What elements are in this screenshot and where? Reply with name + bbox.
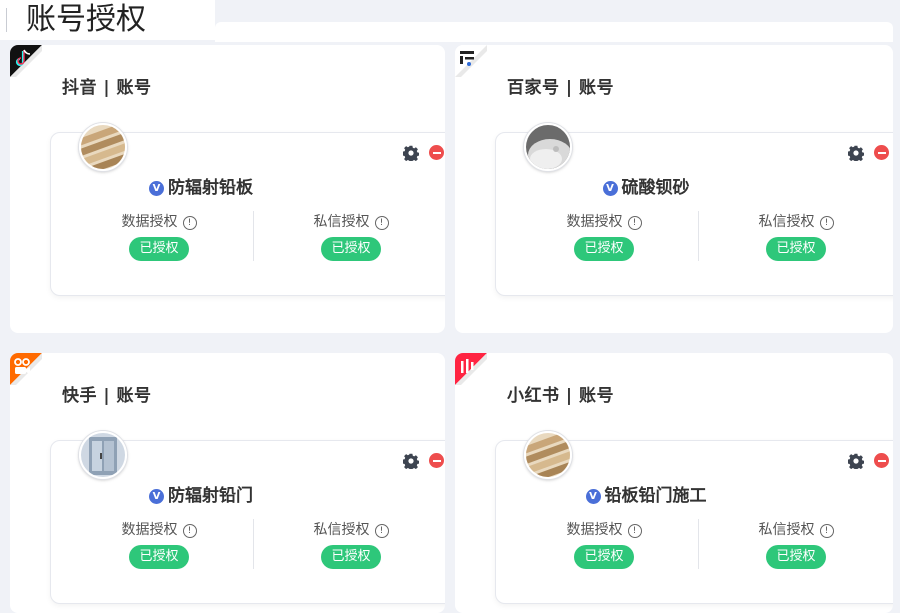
card-title: 抖音 | 账号 [62, 78, 152, 98]
verified-badge-icon: V [149, 181, 164, 196]
account-panel: V 防辐射铅板 数据授权! 已授权 私信授权! 已授权 [50, 123, 445, 296]
account-card-douyin: 抖音 | 账号 V 防辐射铅板 数据授权! 已授权 私信授权! 已授权 [10, 45, 445, 333]
verified-badge-icon: V [149, 489, 164, 504]
remove-account-icon[interactable] [874, 145, 889, 160]
account-name: 铅板铅门施工 [604, 486, 707, 506]
auth-divider [253, 519, 254, 569]
msg-auth-block: 私信授权! 已授权 [276, 211, 426, 261]
auth-divider [698, 519, 699, 569]
info-icon[interactable]: ! [819, 216, 834, 230]
account-panel: V 防辐射铅门 数据授权! 已授权 私信授权! 已授权 [50, 431, 445, 604]
page-title: 账号授权 [26, 2, 146, 37]
settings-gear-icon[interactable] [403, 453, 419, 469]
avatar [524, 123, 572, 171]
douyin-icon [10, 45, 42, 77]
msg-auth-status-button[interactable]: 已授权 [321, 237, 381, 261]
data-auth-label: 数据授权 [566, 522, 623, 538]
data-auth-block: 数据授权! 已授权 [84, 211, 234, 261]
msg-auth-label-row: 私信授权! [276, 211, 426, 231]
msg-auth-label-row: 私信授权! [721, 519, 871, 539]
msg-auth-block: 私信授权! 已授权 [276, 519, 426, 569]
data-auth-block: 数据授权! 已授权 [529, 519, 679, 569]
account-panel: V 硫酸钡砂 数据授权! 已授权 私信授权! 已授权 [495, 123, 893, 296]
msg-auth-status-button[interactable]: 已授权 [766, 237, 826, 261]
msg-auth-label: 私信授权 [758, 214, 815, 230]
page-header: 账号授权 [0, 0, 215, 40]
data-auth-label: 数据授权 [121, 522, 178, 538]
avatar [79, 431, 127, 479]
data-auth-label: 数据授权 [566, 214, 623, 230]
settings-gear-icon[interactable] [403, 145, 419, 161]
verified-badge-icon: V [585, 489, 601, 504]
msg-auth-label: 私信授权 [313, 522, 370, 538]
data-auth-status-button[interactable]: 已授权 [574, 545, 634, 569]
account-name: 防辐射铅门 [168, 486, 253, 506]
data-auth-label-row: 数据授权! [529, 519, 679, 539]
data-auth-block: 数据授权! 已授权 [84, 519, 234, 569]
data-auth-status-button[interactable]: 已授权 [129, 545, 189, 569]
info-icon[interactable]: ! [627, 216, 642, 230]
card-title: 百家号 | 账号 [507, 78, 615, 98]
msg-auth-block: 私信授权! 已授权 [721, 519, 871, 569]
avatar [79, 123, 127, 171]
msg-auth-label: 私信授权 [313, 214, 370, 230]
remove-account-icon[interactable] [429, 145, 444, 160]
account-name-row: V 防辐射铅门 [51, 481, 351, 506]
info-icon[interactable]: ! [182, 216, 197, 230]
remove-account-icon[interactable] [874, 453, 889, 468]
account-name-row: V 防辐射铅板 [51, 173, 351, 198]
account-name-row: V 硫酸钡砂 [496, 173, 796, 198]
settings-gear-icon[interactable] [848, 145, 864, 161]
info-icon[interactable]: ! [819, 524, 834, 538]
kuaishou-icon [10, 353, 42, 385]
msg-auth-label: 私信授权 [758, 522, 815, 538]
account-card-kuaishou: 快手 | 账号 V 防辐射铅门 数据授权! 已授权 私信授权! 已授权 [10, 353, 445, 613]
data-auth-label-row: 数据授权! [84, 211, 234, 231]
verified-badge-icon: V [602, 181, 618, 196]
msg-auth-label-row: 私信授权! [721, 211, 871, 231]
settings-gear-icon[interactable] [848, 453, 864, 469]
baijiahao-icon [455, 45, 487, 77]
info-icon[interactable]: ! [627, 524, 642, 538]
card-title: 快手 | 账号 [62, 386, 152, 406]
header-divider [6, 8, 7, 32]
data-auth-status-button[interactable]: 已授权 [574, 237, 634, 261]
msg-auth-block: 私信授权! 已授权 [721, 211, 871, 261]
auth-divider [698, 211, 699, 261]
data-auth-label-row: 数据授权! [84, 519, 234, 539]
data-auth-status-button[interactable]: 已授权 [129, 237, 189, 261]
avatar [524, 431, 572, 479]
data-auth-label: 数据授权 [121, 214, 178, 230]
data-auth-block: 数据授权! 已授权 [529, 211, 679, 261]
account-name: 硫酸钡砂 [621, 178, 690, 198]
remove-account-icon[interactable] [429, 453, 444, 468]
msg-auth-label-row: 私信授权! [276, 519, 426, 539]
account-card-xiaohongshu: 小红书 | 账号 V 铅板铅门施工 数据授权! 已授权 私信授权! 已授权 [455, 353, 893, 613]
account-panel: V 铅板铅门施工 数据授权! 已授权 私信授权! 已授权 [495, 431, 893, 604]
msg-auth-status-button[interactable]: 已授权 [766, 545, 826, 569]
account-name: 防辐射铅板 [168, 178, 253, 198]
info-icon[interactable]: ! [374, 524, 389, 538]
xiaohongshu-icon [455, 353, 487, 385]
data-auth-label-row: 数据授权! [529, 211, 679, 231]
info-icon[interactable]: ! [374, 216, 389, 230]
info-icon[interactable]: ! [182, 524, 197, 538]
account-card-baijiahao: 百家号 | 账号 V 硫酸钡砂 数据授权! 已授权 私信授权! 已授权 [455, 45, 893, 333]
card-title: 小红书 | 账号 [507, 386, 615, 406]
account-name-row: V 铅板铅门施工 [496, 481, 796, 506]
msg-auth-status-button[interactable]: 已授权 [321, 545, 381, 569]
auth-divider [253, 211, 254, 261]
top-panel-strip [215, 22, 893, 42]
